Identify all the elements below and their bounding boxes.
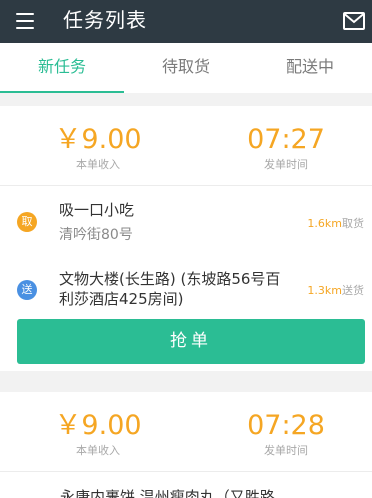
income-label: 本单收入 [76, 158, 120, 171]
delivery-distance: 1.3km送货 [307, 283, 364, 299]
tab-new-tasks[interactable]: 新任务 [0, 43, 124, 93]
tab-active-indicator [0, 91, 124, 93]
top-bar: 任务列表 [0, 0, 372, 43]
delivery-distance-label: 送货 [342, 284, 364, 297]
income-value: ￥9.00 [54, 410, 142, 441]
tab-label: 待取货 [161, 57, 210, 76]
delivery-distance-value: 1.3km [307, 284, 342, 297]
income-label: 本单收入 [76, 444, 120, 457]
post-time-label: 发单时间 [264, 444, 308, 457]
pickup-shop-name: 永康内裹饼 温州瘦肉丸（又胜路 [60, 488, 275, 498]
pickup-shop-name: 吸一口小吃 [59, 201, 135, 219]
pickup-address: 清吟街80号 [59, 227, 133, 243]
menu-icon[interactable] [16, 13, 34, 29]
tab-awaiting-pickup[interactable]: 待取货 [124, 43, 248, 93]
pickup-distance: 1.6km取货 [307, 216, 364, 232]
pickup-distance-value: 1.6km [307, 217, 342, 230]
card-divider [0, 471, 372, 472]
delivery-address-line1: 文物大楼(长生路) (东坡路56号百 [59, 270, 281, 288]
pickup-badge: 取 [17, 212, 37, 232]
grab-order-button[interactable]: 抢单 [17, 319, 365, 364]
income-stat: ￥9.00 本单收入 [38, 124, 158, 172]
post-time-label: 发单时间 [264, 158, 308, 171]
tab-label: 配送中 [285, 57, 334, 76]
tab-label: 新任务 [37, 57, 86, 76]
order-card[interactable]: ￥9.00 本单收入 07:28 发单时间 永康内裹饼 温州瘦肉丸（又胜路 [0, 392, 372, 498]
income-value: ￥9.00 [54, 124, 142, 155]
delivery-badge: 送 [17, 280, 37, 300]
delivery-address-line2: 利莎酒店425房间) [59, 290, 184, 308]
app-root: 任务列表 新任务 待取货 配送中 ￥9.00 本单收入 07:27 发单时间 取… [0, 0, 372, 498]
pickup-distance-label: 取货 [342, 217, 364, 230]
time-stat: 07:28 发单时间 [226, 410, 346, 458]
order-card[interactable]: ￥9.00 本单收入 07:27 发单时间 取 吸一口小吃 清吟街80号 1.6… [0, 106, 372, 371]
mail-icon[interactable] [343, 12, 365, 30]
post-time-value: 07:27 [247, 124, 325, 155]
post-time-value: 07:28 [247, 410, 325, 441]
card-divider [0, 185, 372, 186]
tab-bar: 新任务 待取货 配送中 [0, 43, 372, 93]
time-stat: 07:27 发单时间 [226, 124, 346, 172]
page-title: 任务列表 [63, 8, 147, 32]
tab-delivering[interactable]: 配送中 [248, 43, 372, 93]
income-stat: ￥9.00 本单收入 [38, 410, 158, 458]
